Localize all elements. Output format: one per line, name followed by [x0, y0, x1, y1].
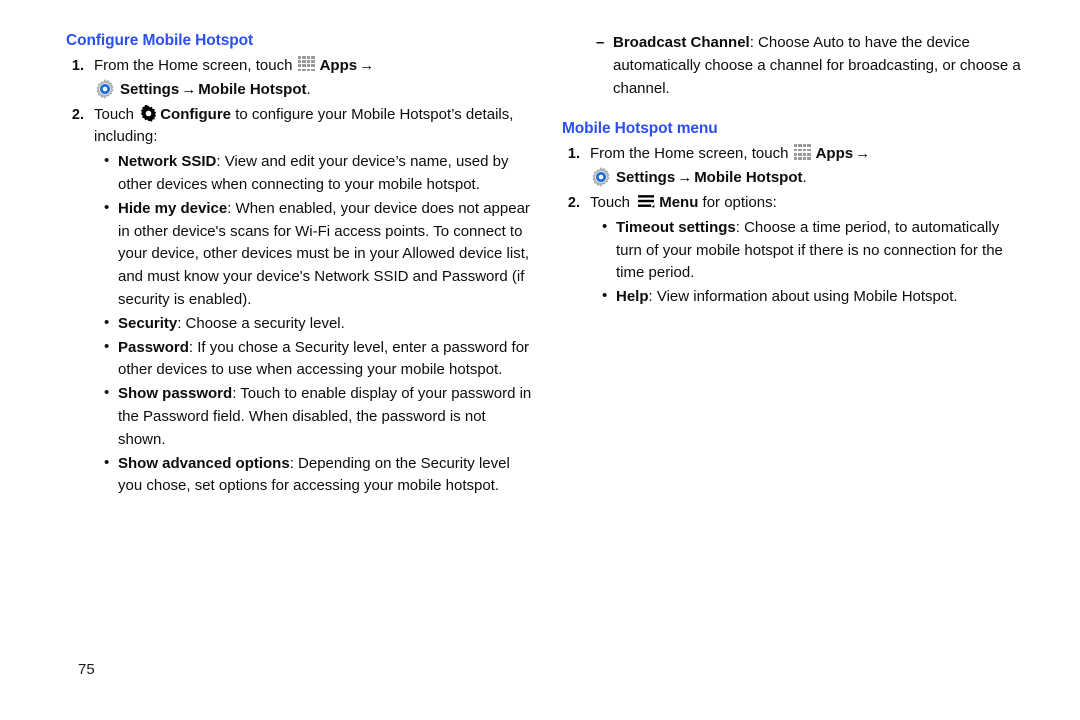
list-item: Broadcast Channel: Choose Auto to have t…	[596, 32, 1028, 100]
page-number: 75	[78, 661, 95, 678]
step-item: 1. From the Home screen, touch Apps → Se…	[558, 143, 1028, 190]
settings-gear-icon	[94, 78, 116, 100]
step-item: 2. Touch Menu for options:	[558, 192, 1028, 215]
configure-gear-icon	[140, 104, 157, 122]
option-term: Hide my device	[118, 199, 228, 217]
apps-grid-icon	[297, 56, 317, 73]
step-instruction-tail: for options:	[698, 193, 777, 211]
step-item: 2. Touch Configure to configure your Mob…	[62, 104, 532, 150]
step-text: From the Home screen, touch Apps → Setti…	[94, 55, 532, 102]
list-item: Show password: Touch to enable display o…	[104, 382, 532, 451]
list-item: Help: View information about using Mobil…	[602, 285, 1028, 309]
section-heading-mobile-hotspot-menu: Mobile Hotspot menu	[562, 120, 718, 138]
step-text: From the Home screen, touch Apps → Setti…	[590, 143, 1028, 190]
settings-target-label: Mobile Hotspot	[198, 80, 307, 98]
step-line-1: From the Home screen, touch Apps →	[590, 143, 1028, 166]
apps-label: Apps	[319, 57, 358, 74]
option-term: Timeout settings	[616, 218, 736, 236]
step-text: Touch Configure to configure your Mobile…	[94, 104, 532, 150]
step-item: 1. From the Home screen, touch Apps → Se…	[62, 55, 532, 102]
settings-label: Settings	[616, 169, 676, 187]
step-number: 2.	[71, 106, 84, 123]
step-instruction-text: Touch	[590, 193, 635, 211]
menu-hamburger-icon	[637, 194, 656, 209]
list-item: Timeout settings: Choose a time period, …	[602, 216, 1028, 285]
step-number: 2.	[567, 194, 580, 211]
menu-label: Menu	[659, 193, 699, 211]
step-number: 1.	[567, 146, 580, 163]
option-term: Password	[118, 338, 189, 356]
sentence-period: .	[306, 80, 311, 98]
option-description: : View information about using Mobile Ho…	[648, 288, 958, 306]
step-line-1: From the Home screen, touch Apps →	[94, 55, 532, 78]
step-instruction-text: From the Home screen, touch	[94, 57, 297, 74]
sentence-period: .	[802, 169, 807, 187]
step-instruction-text: From the Home screen, touch	[590, 145, 793, 163]
arrow-icon: →	[677, 169, 693, 187]
apps-grid-icon	[793, 144, 813, 161]
configure-options-list: Network SSID: View and edit your device’…	[104, 150, 532, 499]
configure-label: Configure	[160, 105, 232, 123]
list-item: Security: Choose a security level.	[104, 312, 532, 336]
option-term: Show advanced options	[118, 454, 290, 472]
option-term: Security	[118, 314, 178, 332]
option-term: Network SSID	[118, 153, 217, 171]
section-heading-configure-mobile-hotspot: Configure Mobile Hotspot	[66, 32, 254, 49]
settings-label: Settings	[120, 80, 180, 98]
arrow-icon: →	[855, 145, 871, 163]
option-term: Help	[616, 288, 649, 306]
list-item: Password: If you chose a Security level,…	[104, 336, 532, 383]
list-item: Hide my device: When enabled, your devic…	[104, 197, 532, 312]
continued-sub-option: Broadcast Channel: Choose Auto to have t…	[596, 32, 1028, 100]
menu-options-list: Timeout settings: Choose a time period, …	[602, 216, 1028, 309]
settings-target-label: Mobile Hotspot	[694, 169, 803, 187]
arrow-icon: →	[181, 80, 197, 98]
right-column: Broadcast Channel: Choose Auto to have t…	[558, 32, 1028, 310]
step-line-2: Settings → Mobile Hotspot.	[590, 166, 1028, 190]
step-text: Touch Menu for options:	[590, 192, 1028, 215]
list-item: Show advanced options: Depending on the …	[104, 452, 532, 499]
step-line-2: Settings → Mobile Hotspot.	[94, 78, 532, 102]
option-term: Broadcast Channel	[613, 34, 750, 51]
manual-page: Configure Mobile Hotspot 1. From the Hom…	[0, 0, 1080, 720]
step-instruction-text: Touch	[94, 105, 139, 123]
option-description: : Choose a security level.	[177, 314, 345, 332]
option-term: Show password	[118, 385, 233, 403]
settings-gear-icon	[590, 166, 612, 188]
left-column: Configure Mobile Hotspot 1. From the Hom…	[62, 32, 532, 499]
apps-label: Apps	[815, 145, 854, 163]
arrow-icon: →	[359, 57, 375, 74]
step-number: 1.	[71, 58, 84, 74]
list-item: Network SSID: View and edit your device’…	[104, 150, 532, 197]
